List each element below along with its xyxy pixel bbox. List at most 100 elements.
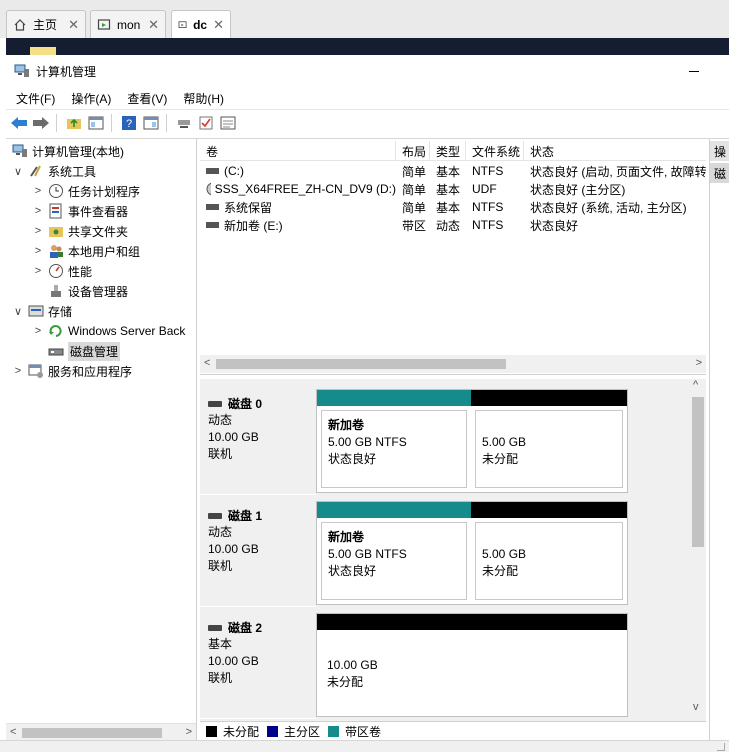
volume-icon bbox=[206, 204, 219, 210]
volume-list-header: 卷 布局 类型 文件系统 状态 bbox=[200, 141, 706, 161]
volume-row[interactable]: 系统保留 简单 基本 NTFS 状态良好 (系统, 活动, 主分区) bbox=[200, 198, 706, 216]
remote-session-bar bbox=[6, 38, 729, 55]
tree-item-disk-management[interactable]: 磁盘管理 bbox=[32, 341, 121, 361]
partition-color-bar bbox=[471, 390, 627, 406]
disk-0-block[interactable]: 磁盘 0 动态 10.00 GB 联机 新加卷 5.00 GB NTFS 状态良… bbox=[200, 385, 688, 495]
expand-icon[interactable]: > bbox=[32, 205, 44, 217]
expand-icon[interactable]: > bbox=[32, 265, 44, 277]
column-header-status[interactable]: 状态 bbox=[524, 141, 706, 161]
expand-icon[interactable]: > bbox=[12, 365, 24, 377]
disk-label[interactable]: 磁盘 2 基本 10.00 GB 联机 bbox=[200, 609, 316, 719]
toolbar-separator bbox=[166, 113, 167, 132]
close-icon[interactable]: ✕ bbox=[148, 17, 159, 33]
no-expander bbox=[32, 345, 44, 357]
disk-view-vertical-scrollbar[interactable]: ^ v bbox=[688, 379, 706, 741]
disk-label[interactable]: 磁盘 1 动态 10.00 GB 联机 bbox=[200, 497, 316, 607]
minimize-button[interactable] bbox=[689, 71, 699, 72]
volume-name-cell: SSS_X64FREE_ZH-CN_DV9 (D:) bbox=[200, 182, 396, 196]
disk-legend: 未分配 主分区 带区卷 bbox=[200, 721, 706, 741]
connect-icon[interactable] bbox=[175, 114, 193, 132]
tree-item-services-applications[interactable]: > 服务和应用程序 bbox=[12, 361, 132, 381]
scroll-left-icon[interactable]: < bbox=[10, 726, 16, 738]
check-icon[interactable] bbox=[197, 114, 215, 132]
partition-unallocated[interactable]: 10.00 GB 未分配 bbox=[317, 614, 627, 716]
resize-grip-icon[interactable] bbox=[717, 743, 725, 751]
forward-icon[interactable] bbox=[32, 114, 50, 132]
actions-item[interactable]: 磁 bbox=[710, 163, 729, 183]
expand-icon[interactable]: > bbox=[32, 245, 44, 257]
scrollbar-thumb[interactable] bbox=[692, 397, 704, 547]
show-hide-action-icon[interactable] bbox=[142, 114, 160, 132]
tree-item-local-users-groups[interactable]: > 本地用户和组 bbox=[32, 241, 140, 261]
tree-item-windows-server-backup[interactable]: > Windows Server Back bbox=[32, 321, 186, 341]
collapse-icon[interactable]: ∨ bbox=[12, 165, 24, 178]
disk-2-block[interactable]: 磁盘 2 基本 10.00 GB 联机 10.00 GB 未分配 bbox=[200, 609, 688, 719]
column-header-type[interactable]: 类型 bbox=[430, 141, 466, 161]
disk-label[interactable]: 磁盘 0 动态 10.00 GB 联机 bbox=[200, 385, 316, 495]
close-icon[interactable]: ✕ bbox=[68, 17, 79, 33]
window-title: 计算机管理 bbox=[36, 64, 97, 79]
scroll-up-icon[interactable]: ^ bbox=[693, 379, 698, 391]
tree-item-system-tools[interactable]: ∨ 系统工具 bbox=[12, 161, 96, 181]
disk-icon bbox=[48, 348, 64, 356]
menu-help[interactable]: 帮助(H) bbox=[177, 90, 230, 107]
tab-mon[interactable]: mon ✕ bbox=[90, 10, 166, 38]
scrollbar-thumb[interactable] bbox=[22, 728, 162, 738]
volume-row[interactable]: (C:) 简单 基本 NTFS 状态良好 (启动, 页面文件, 故障转 bbox=[200, 162, 706, 180]
home-icon bbox=[14, 18, 26, 31]
up-folder-icon[interactable] bbox=[65, 114, 83, 132]
menu-file[interactable]: 文件(F) bbox=[10, 90, 61, 107]
partition-unallocated[interactable]: 5.00 GB 未分配 bbox=[471, 502, 627, 604]
tree-horizontal-scrollbar[interactable]: < > bbox=[6, 723, 196, 741]
toolbar: ? bbox=[6, 109, 729, 135]
tree-item-computer-management[interactable]: 计算机管理(本地) bbox=[8, 141, 124, 161]
scroll-left-icon[interactable]: < bbox=[204, 357, 210, 369]
volume-type: 基本 bbox=[436, 164, 461, 179]
disk-size: 10.00 GB bbox=[208, 430, 259, 444]
scroll-right-icon[interactable]: > bbox=[186, 726, 192, 738]
tree-item-device-manager[interactable]: 设备管理器 bbox=[32, 281, 128, 301]
back-icon[interactable] bbox=[10, 114, 28, 132]
legend-label: 未分配 bbox=[223, 725, 260, 739]
help-icon[interactable]: ? bbox=[120, 114, 138, 132]
expand-icon[interactable]: > bbox=[32, 225, 44, 237]
partition-striped-volume[interactable]: 新加卷 5.00 GB NTFS 状态良好 bbox=[317, 390, 471, 492]
partition-striped-volume[interactable]: 新加卷 5.00 GB NTFS 状态良好 bbox=[317, 502, 471, 604]
column-header-volume[interactable]: 卷 bbox=[200, 141, 396, 161]
disk-1-block[interactable]: 磁盘 1 动态 10.00 GB 联机 新加卷 5.00 GB NTFS 状态良… bbox=[200, 497, 688, 607]
tree-item-task-scheduler[interactable]: > 任务计划程序 bbox=[32, 181, 140, 201]
expand-icon[interactable]: > bbox=[32, 185, 44, 197]
properties-icon[interactable] bbox=[219, 114, 237, 132]
show-hide-tree-icon[interactable] bbox=[87, 114, 105, 132]
volume-list-horizontal-scrollbar[interactable]: < > bbox=[200, 355, 706, 373]
computer-management-icon bbox=[14, 64, 29, 77]
scrollbar-thumb[interactable] bbox=[216, 359, 506, 369]
menu-view[interactable]: 查看(V) bbox=[121, 90, 173, 107]
scroll-right-icon[interactable]: > bbox=[696, 357, 702, 369]
close-icon[interactable]: ✕ bbox=[213, 17, 224, 33]
volume-row[interactable]: 新加卷 (E:) 带区 动态 NTFS 状态良好 bbox=[200, 216, 706, 234]
legend-swatch bbox=[267, 726, 279, 737]
menu-action[interactable]: 操作(A) bbox=[65, 90, 117, 107]
partition-size: 10.00 GB bbox=[327, 658, 378, 672]
event-viewer-icon bbox=[49, 203, 62, 219]
toolbar-separator bbox=[56, 113, 57, 132]
partition-unallocated[interactable]: 5.00 GB 未分配 bbox=[471, 390, 627, 492]
column-header-layout[interactable]: 布局 bbox=[396, 141, 430, 161]
expand-icon[interactable]: > bbox=[32, 325, 44, 337]
tree-item-label: 性能 bbox=[68, 264, 93, 279]
tree-item-event-viewer[interactable]: > 事件查看器 bbox=[32, 201, 128, 221]
partition-info: 新加卷 5.00 GB NTFS 状态良好 bbox=[321, 410, 467, 488]
volume-status: 状态良好 (系统, 活动, 主分区) bbox=[530, 200, 687, 215]
tab-home[interactable]: 主页 ✕ bbox=[6, 10, 86, 38]
volume-name: (C:) bbox=[224, 164, 244, 178]
volume-row[interactable]: SSS_X64FREE_ZH-CN_DV9 (D:) 简单 基本 UDF 状态良… bbox=[200, 180, 706, 198]
tree-item-performance[interactable]: > 性能 bbox=[32, 261, 92, 281]
tab-dc[interactable]: dc ✕ bbox=[171, 10, 231, 39]
column-header-filesystem[interactable]: 文件系统 bbox=[466, 141, 524, 161]
tree-item-shared-folders[interactable]: > 共享文件夹 bbox=[32, 221, 128, 241]
disk-partitions: 10.00 GB 未分配 bbox=[316, 613, 628, 717]
scroll-down-icon[interactable]: v bbox=[693, 701, 699, 713]
collapse-icon[interactable]: ∨ bbox=[12, 305, 24, 318]
tree-item-storage[interactable]: ∨ 存储 bbox=[12, 301, 72, 321]
